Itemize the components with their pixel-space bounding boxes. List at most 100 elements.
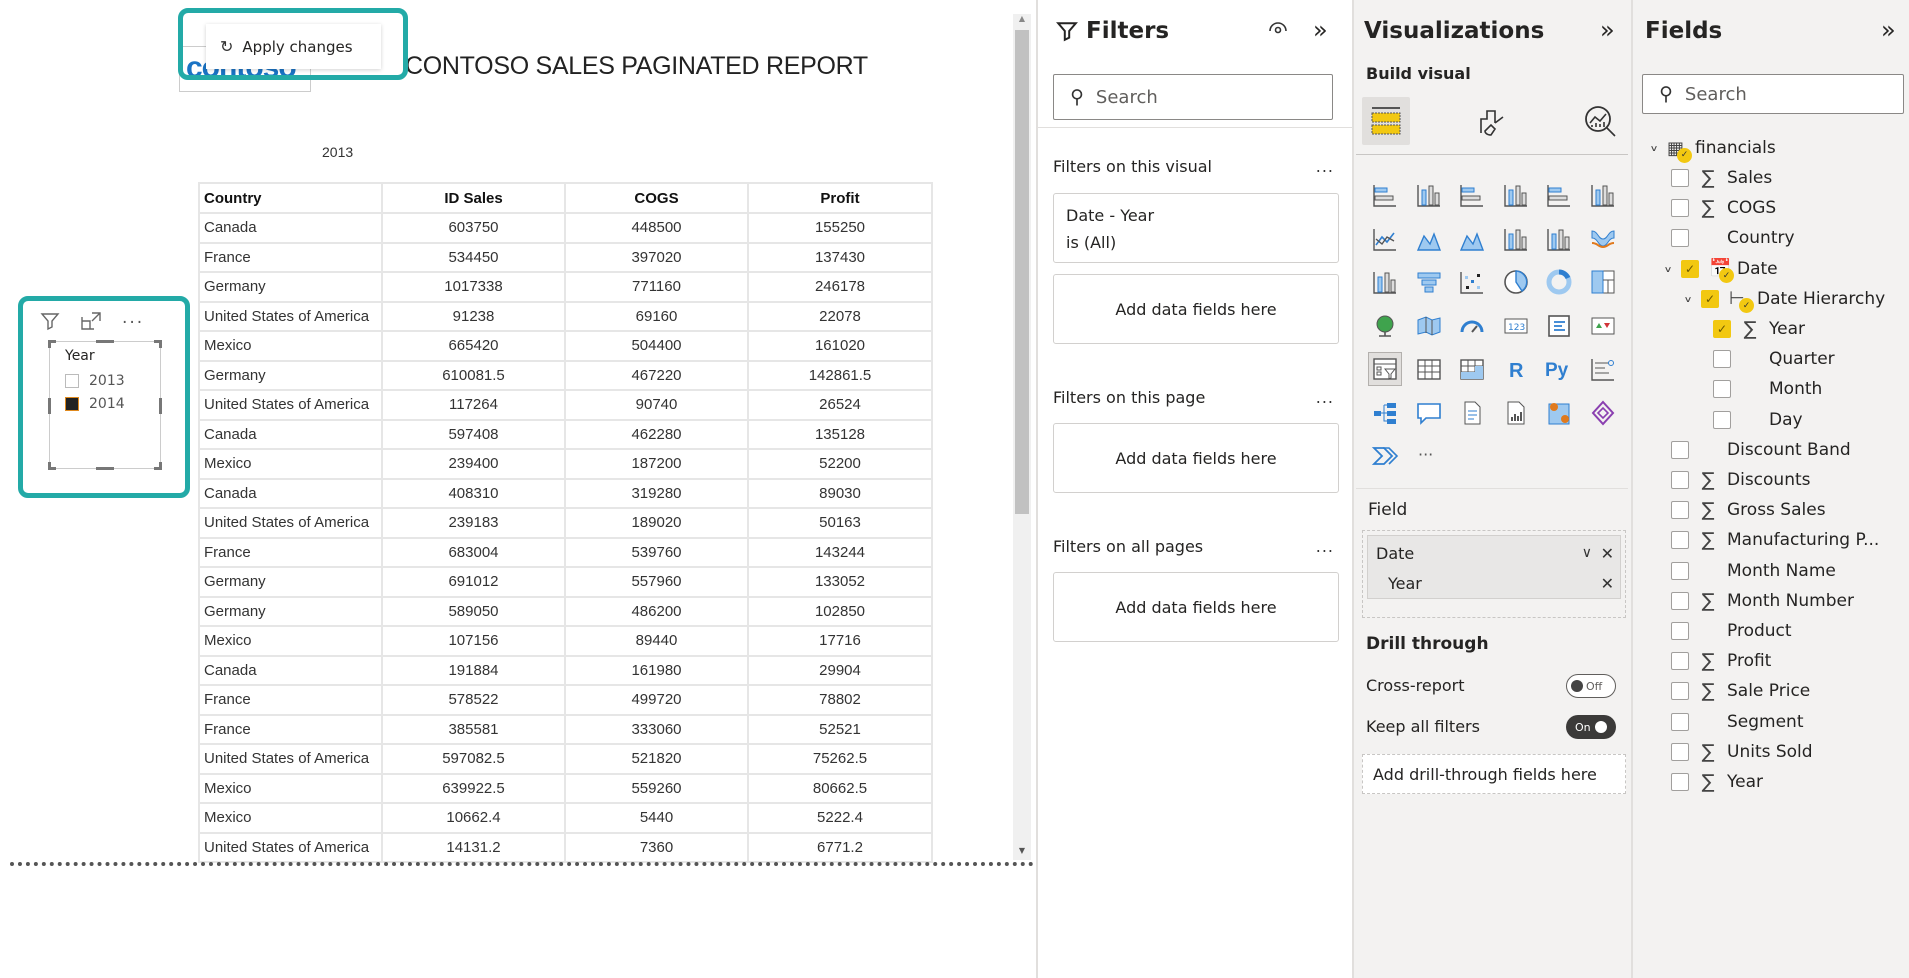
checkbox[interactable] (1671, 501, 1689, 520)
eye-icon[interactable] (1268, 20, 1288, 39)
100-stacked-column-chart-icon[interactable] (1586, 178, 1620, 212)
tab-build-visual[interactable] (1362, 97, 1410, 145)
filters-on-visual-more-icon[interactable]: ... (1316, 157, 1334, 176)
checkbox[interactable] (1671, 622, 1689, 640)
checkbox[interactable] (1671, 229, 1689, 248)
checkbox[interactable] (65, 374, 79, 388)
chevron-down-icon[interactable]: ∨ (1681, 294, 1695, 304)
stacked-area-chart-icon[interactable] (1455, 222, 1489, 256)
checkbox-checked[interactable]: ✓ (1681, 259, 1699, 278)
checkbox[interactable] (1671, 199, 1689, 218)
field-item[interactable]: ∑ Discounts (1671, 465, 1811, 495)
field-item[interactable]: ✓ ∑ Year (1713, 314, 1805, 344)
power-automate-icon[interactable] (1368, 439, 1402, 473)
filters-on-all-pages-more-icon[interactable]: ... (1316, 537, 1334, 556)
stacked-bar-chart-icon[interactable] (1368, 178, 1402, 212)
field-item[interactable]: ∑ Gross Sales (1671, 495, 1826, 525)
more-options-icon[interactable]: ··· (122, 313, 144, 333)
all-pages-add-data-fields[interactable]: Add data fields here (1053, 572, 1339, 642)
paginated-report-icon[interactable] (1499, 396, 1533, 430)
multi-row-card-icon[interactable] (1542, 309, 1576, 343)
field-item[interactable]: ∑ Profit (1671, 646, 1771, 676)
chevron-down-icon[interactable]: ∨ (1647, 143, 1661, 153)
field-item[interactable]: ∑Quarter (1713, 344, 1835, 374)
field-item[interactable]: ∨ ✓ ⊢ ✓ Date Hierarchy (1681, 284, 1885, 314)
checkbox[interactable] (1671, 742, 1689, 761)
field-item[interactable]: ∨ ✓ 📅 ✓ Date (1661, 254, 1778, 284)
collapse-visualizations-icon[interactable]: » (1600, 16, 1615, 44)
checkbox[interactable] (1671, 471, 1689, 489)
field-item[interactable]: ∑Product (1671, 616, 1792, 646)
visual-add-data-fields[interactable]: Add data fields here (1053, 274, 1339, 344)
stacked-column-chart-icon[interactable] (1412, 178, 1446, 212)
chevron-down-icon[interactable]: ∨ (1582, 545, 1592, 561)
line-and-stacked-column-chart-icon[interactable] (1499, 222, 1533, 256)
key-influencers-icon[interactable] (1586, 352, 1620, 386)
slicer-icon[interactable] (1368, 352, 1402, 386)
cross-report-toggle[interactable]: Off (1566, 674, 1616, 698)
scroll-up-arrow-icon[interactable]: ▲ (1013, 14, 1031, 28)
field-item[interactable]: ∑Discount Band (1671, 435, 1851, 465)
page-add-data-fields[interactable]: Add data fields here (1053, 423, 1339, 493)
field-item[interactable]: ∑Month (1713, 374, 1822, 404)
smart-narrative-icon[interactable] (1455, 396, 1489, 430)
line-chart-icon[interactable] (1368, 222, 1402, 256)
checkbox[interactable] (1671, 440, 1689, 459)
field-item[interactable]: ∑Day (1713, 405, 1803, 435)
funnel-chart-icon[interactable] (1412, 265, 1446, 299)
checkbox[interactable] (1671, 169, 1689, 187)
checkbox[interactable] (1671, 682, 1689, 701)
gauge-icon[interactable] (1455, 309, 1489, 343)
100-stacked-bar-chart-icon[interactable] (1542, 178, 1576, 212)
field-item[interactable]: ∑ Month Number (1671, 586, 1854, 616)
ribbon-chart-icon[interactable] (1586, 222, 1620, 256)
fields-search-input[interactable]: ⚲ Search (1642, 74, 1904, 114)
python-visual-icon[interactable]: Py (1542, 352, 1576, 386)
clustered-column-chart-icon[interactable] (1499, 178, 1533, 212)
checkbox-checked[interactable]: ✓ (1713, 320, 1731, 338)
power-apps-icon[interactable] (1586, 396, 1620, 430)
donut-chart-icon[interactable] (1542, 265, 1576, 299)
field-item[interactable]: ∑ Sale Price (1671, 676, 1810, 706)
field-item[interactable]: ∑ Units Sold (1671, 737, 1813, 767)
apply-changes-button[interactable]: ↻ Apply changes (206, 24, 381, 69)
tab-analytics[interactable] (1576, 97, 1624, 145)
pie-chart-icon[interactable] (1499, 265, 1533, 299)
checkbox-checked[interactable]: ✓ (1701, 289, 1719, 308)
card-icon[interactable]: 123 (1499, 309, 1533, 343)
field-item[interactable]: ∑ COGS (1671, 193, 1776, 223)
line-and-clustered-column-chart-icon[interactable] (1542, 222, 1576, 256)
checkbox[interactable] (1713, 410, 1731, 429)
remove-year-icon[interactable]: ✕ (1601, 574, 1614, 593)
field-item[interactable]: ∑Country (1671, 223, 1795, 253)
azure-map-icon[interactable] (1542, 396, 1576, 430)
field-item[interactable]: ∑ Manufacturing P... (1671, 525, 1879, 555)
scroll-thumb[interactable] (1015, 30, 1029, 514)
q-and-a-icon[interactable] (1412, 396, 1446, 430)
filters-search-input[interactable]: ⚲ Search (1053, 74, 1333, 120)
field-item[interactable]: ∑ Year (1671, 767, 1763, 797)
keep-all-filters-toggle[interactable]: On (1566, 715, 1616, 739)
table-icon[interactable] (1412, 352, 1446, 386)
slicer-option-2014[interactable]: 2014 (65, 396, 125, 412)
map-icon[interactable] (1368, 309, 1402, 343)
filter-card-date-year[interactable]: Date - Year is (All) (1053, 193, 1339, 263)
waterfall-chart-icon[interactable] (1368, 265, 1402, 299)
treemap-icon[interactable] (1586, 265, 1620, 299)
checkbox[interactable] (1671, 561, 1689, 580)
remove-date-icon[interactable]: ✕ (1601, 544, 1614, 563)
add-drill-through-fields[interactable]: Add drill-through fields here (1362, 754, 1626, 794)
checkbox[interactable] (1671, 773, 1689, 791)
field-well[interactable]: Date ∨ ✕ Year ✕ (1362, 530, 1626, 618)
filters-on-page-more-icon[interactable]: ... (1316, 388, 1334, 407)
report-scrollbar[interactable]: ▲ ▼ (1013, 14, 1031, 860)
field-item[interactable]: ∑ Sales (1671, 163, 1772, 193)
focus-mode-icon[interactable] (80, 311, 102, 336)
kpi-icon[interactable] (1586, 309, 1620, 343)
checkbox[interactable] (1671, 591, 1689, 610)
filled-map-icon[interactable] (1412, 309, 1446, 343)
collapse-filters-icon[interactable]: » (1313, 16, 1328, 44)
checkbox[interactable] (1671, 652, 1689, 671)
checkbox-checked[interactable] (65, 397, 79, 411)
field-well-item-date[interactable]: Date ∨ ✕ Year ✕ (1367, 535, 1621, 599)
